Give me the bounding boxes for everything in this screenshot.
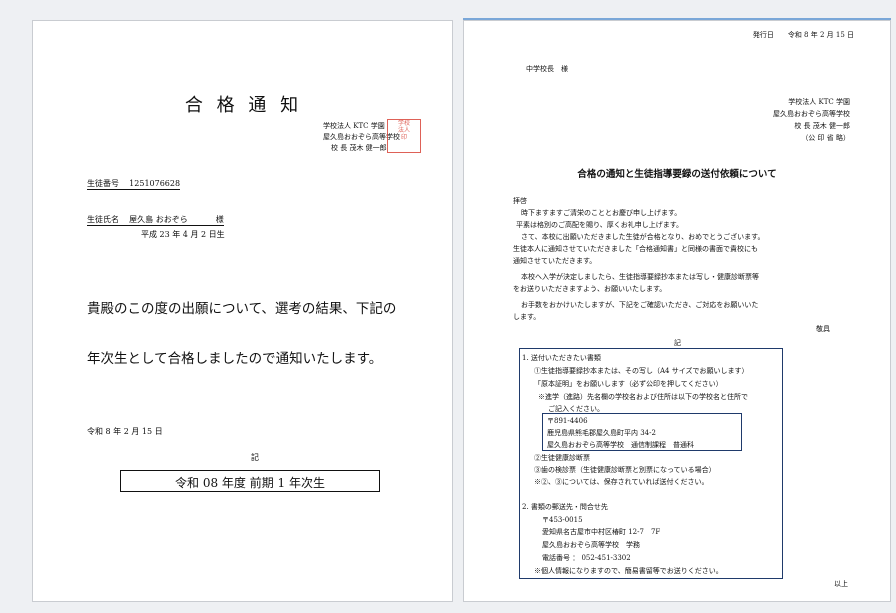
sender-line-2: 屋久島おおぞら高等学校 [773, 110, 850, 118]
body-line-4: 生徒本人に通知させていただきました「合格通知書」と同様の書面で貴校にも [513, 245, 758, 253]
student-name-label: 生徒氏名 [87, 215, 119, 224]
body-line-1: 時下ますますご清栄のこととお慶び申し上げます。 [521, 209, 682, 217]
notice-date: 令和 8 年 2 月 15 日 [87, 427, 163, 436]
school-line-1: 学校法人 KTC 学園 [323, 122, 385, 130]
student-number-row: 生徒番号 1251076628 [87, 178, 181, 190]
address-school: 屋久島おおぞら高等学校 通信制課程 普通科 [547, 441, 694, 449]
address-postal: 〒891-4406 [547, 417, 588, 425]
student-name-row: 生徒氏名 屋久島 おおぞら 様 [87, 214, 224, 226]
body-line-1: 貴殿のこの度の出願について、選考の結果、下記の [87, 301, 397, 317]
subject-heading: 合格の通知と生徒指導要録の送付依頼について [577, 169, 777, 180]
school-line-3: 校 長 茂木 健一郎 [331, 144, 387, 152]
issue-date: 発行日 令和 8 年 2 月 15 日 [752, 31, 854, 39]
section2-title: 2. 書類の郵送先・問合せ先 [522, 503, 608, 511]
body-line-9: します。 [513, 313, 541, 321]
sender-line-4: （公 印 省 略） [801, 134, 850, 142]
birthdate: 平成 23 年 4 月 2 日生 [141, 230, 225, 239]
body-line-7: をお送りいただきますよう、お願いいたします。 [513, 285, 667, 293]
body-line-5: 通知させていただきます。 [513, 257, 597, 265]
section2-school: 屋久島おおぞら高等学校 学務 [542, 541, 640, 549]
school-seal-stamp: 学校 法人印 [387, 119, 421, 153]
section1-note: ※②、③については、保存されていれば送付ください。 [534, 478, 709, 486]
honorific: 様 [215, 215, 224, 224]
addressee: 中学校長 様 [526, 65, 568, 73]
section2-note: ※個人情報になりますので、簡易書留等でお送りください。 [534, 567, 723, 575]
sender-line-3: 校 長 茂木 健一郎 [794, 122, 850, 130]
closing-keigu: 敬具 [816, 325, 830, 333]
section1-line-1: ①生徒指導要録抄本または、その写し（A4 サイズでお願いします） [534, 367, 749, 375]
body-line-2: 平素は格別のご高配を賜り、厚くお礼申し上げます。 [516, 221, 684, 229]
section2-phone: 電話番号 ： 052-451-3302 [542, 554, 631, 562]
greeting: 拝啓 [513, 197, 527, 205]
page-title: 合 格 通 知 [184, 95, 303, 116]
ki-mark: 記 [251, 453, 259, 462]
admission-term: 令和 08 年度 前期 1 年次生 [175, 476, 325, 490]
transmittal-request-page: 発行日 令和 8 年 2 月 15 日 中学校長 様 学校法人 KTC 学園 屋… [463, 20, 891, 602]
body-line-2: 年次生として合格しましたので通知いたします。 [87, 351, 383, 367]
address-street: 鹿児島県熊毛郡屋久島町平内 34-2 [547, 429, 656, 437]
section1-item-3: ③歯の検診票（生徒健康診断票と別票になっている場合） [534, 466, 716, 474]
section1-title: 1. 送付いただきたい書類 [522, 354, 601, 362]
ijou-end-mark: 以上 [834, 580, 848, 588]
body-line-8: お手数をおかけいたしますが、下記をご確認いただき、ご対応をお願いいた [521, 301, 759, 309]
section2-postal: 〒453-0015 [542, 516, 583, 524]
ki-mark: 記 [674, 339, 681, 347]
address-box: 〒891-4406 鹿児島県熊毛郡屋久島町平内 34-2 屋久島おおぞら高等学校… [542, 413, 742, 451]
student-name: 屋久島 おおぞら [129, 215, 188, 224]
section1-line-3: ※進学（進路）先名欄の学校名および住所は以下の学校名と住所で [538, 393, 748, 401]
acceptance-notice-page: 合 格 通 知 学校法人 KTC 学園 屋久島おおぞら高等学校 校 長 茂木 健… [32, 20, 453, 602]
student-number-label: 生徒番号 [87, 179, 119, 188]
body-line-3: さて、本校に出願いただきました生徒が合格となり、おめでとうございます。 [521, 233, 765, 241]
student-number: 1251076628 [129, 179, 181, 188]
body-line-6: 本校へ入学が決定しましたら、生徒指導要録抄本または写し・健康診断票等 [521, 273, 759, 281]
section2-address: 愛知県名古屋市中村区椿町 12-7 7F [542, 528, 661, 536]
admission-box: 令和 08 年度 前期 1 年次生 [120, 470, 380, 492]
enclosure-instructions-box: 1. 送付いただきたい書類 ①生徒指導要録抄本または、その写し（A4 サイズでお… [519, 348, 783, 579]
section1-item-2: ②生徒健康診断票 [534, 454, 590, 462]
sender-line-1: 学校法人 KTC 学園 [788, 98, 850, 106]
section1-line-2: 「原本証明」をお願いします（必ず公印を押してください） [534, 380, 723, 388]
